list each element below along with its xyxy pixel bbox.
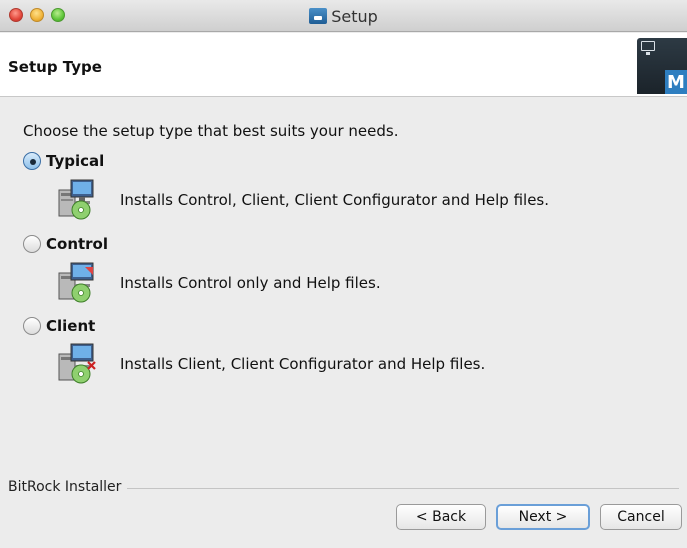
window-title: Setup <box>0 7 687 26</box>
client-label: Client <box>46 317 96 335</box>
typical-description: Installs Control, Client, Client Configu… <box>120 191 550 209</box>
client-radio[interactable] <box>23 317 41 335</box>
wizard-header: Setup Type M <box>0 33 687 97</box>
app-icon <box>309 8 328 24</box>
option-typical[interactable]: Typical <box>23 150 104 172</box>
page-title: Setup Type <box>8 58 102 76</box>
next-button[interactable]: Next > <box>496 504 590 530</box>
typical-label: Typical <box>46 152 105 170</box>
installer-package-icon <box>58 343 96 384</box>
product-logo: M <box>637 38 687 94</box>
setup-window: Setup Setup Type M Choose the setup type… <box>0 0 687 548</box>
option-client[interactable]: Client <box>23 315 95 337</box>
control-label: Control <box>46 235 109 253</box>
back-button[interactable]: < Back <box>396 504 486 530</box>
title-bar[interactable]: Setup <box>0 0 687 32</box>
cancel-button[interactable]: Cancel <box>600 504 682 530</box>
window-title-text: Setup <box>331 7 378 26</box>
installer-package-icon <box>58 262 94 303</box>
setup-type-instructions: Choose the setup type that best suits yo… <box>23 122 399 140</box>
typical-radio[interactable] <box>23 152 41 170</box>
monitor-icon <box>641 41 655 55</box>
option-control[interactable]: Control <box>23 233 108 255</box>
control-description: Installs Control only and Help files. <box>120 274 381 292</box>
control-radio[interactable] <box>23 235 41 253</box>
client-description: Installs Client, Client Configurator and… <box>120 355 486 373</box>
installer-package-icon <box>58 179 94 220</box>
logo-letter: M <box>665 70 687 94</box>
installer-brand: BitRock Installer <box>8 479 128 495</box>
